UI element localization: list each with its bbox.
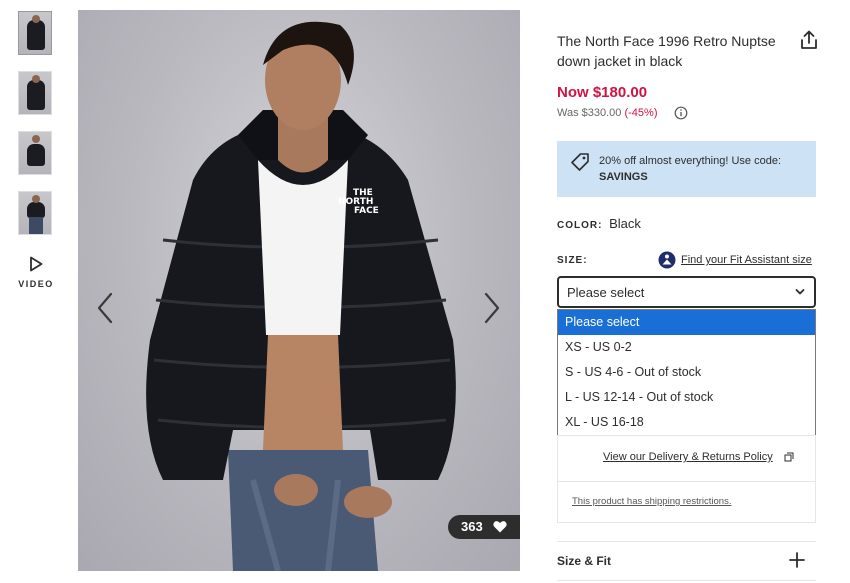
current-price: Now $180.00 xyxy=(557,84,648,101)
previous-price: Was $330.00 (-45%) xyxy=(557,107,658,119)
size-dropdown: Please select XS - US 0-2 S - US 4-6 - O… xyxy=(557,309,816,436)
size-option-l[interactable]: L - US 12-14 - Out of stock xyxy=(558,385,815,410)
product-image: THE NORTH FACE xyxy=(78,10,520,571)
video-label: VIDEO xyxy=(18,279,54,289)
color-value: Black xyxy=(609,216,641,231)
discount-percent: (-45%) xyxy=(624,107,658,119)
video-button[interactable]: VIDEO xyxy=(18,256,54,289)
color-row: COLOR: Black xyxy=(557,216,641,231)
thumbnail-2[interactable] xyxy=(18,71,52,115)
share-icon[interactable] xyxy=(800,30,818,50)
promo-banner: 20% off almost everything! Use code: SAV… xyxy=(557,141,816,197)
likes-count: 363 xyxy=(461,519,483,534)
thumbnail-strip xyxy=(18,11,54,251)
size-label: SIZE: xyxy=(557,255,588,266)
size-option-please-select[interactable]: Please select xyxy=(558,310,815,335)
plus-icon[interactable] xyxy=(788,551,806,569)
shipping-restrictions-link[interactable]: This product has shipping restrictions. xyxy=(572,496,731,507)
info-icon[interactable] xyxy=(674,106,688,120)
save-count-button[interactable]: 363 xyxy=(448,515,520,539)
delivery-returns-link[interactable]: View our Delivery & Returns Policy xyxy=(603,451,773,463)
fit-assistant-link[interactable]: Find your Fit Assistant size xyxy=(681,254,812,266)
promo-text: 20% off almost everything! Use code: xyxy=(599,155,782,167)
fit-assistant-icon xyxy=(658,251,676,269)
size-select[interactable]: Please select xyxy=(557,276,816,308)
chevron-left-icon[interactable] xyxy=(93,290,117,326)
thumbnail-3[interactable] xyxy=(18,131,52,175)
divider xyxy=(557,541,816,542)
product-page: VIDEO THE NORTH FACE 363 The North Face … xyxy=(0,0,850,583)
chevron-right-icon[interactable] xyxy=(480,290,504,326)
logo-line-3: FACE xyxy=(354,206,379,216)
model-photo: THE NORTH FACE xyxy=(146,21,456,571)
color-label: COLOR: xyxy=(557,220,603,231)
play-icon xyxy=(30,256,43,272)
product-title: The North Face 1996 Retro Nuptse down ja… xyxy=(557,33,776,69)
promo-code: SAVINGS xyxy=(599,171,648,183)
was-price: Was $330.00 xyxy=(557,107,622,119)
thumbnail-4[interactable] xyxy=(18,191,52,235)
tag-icon xyxy=(571,153,589,171)
divider xyxy=(557,580,816,581)
size-option-s[interactable]: S - US 4-6 - Out of stock xyxy=(558,360,815,385)
external-link-icon xyxy=(784,452,794,462)
size-option-xs[interactable]: XS - US 0-2 xyxy=(558,335,815,360)
delivery-box: View our Delivery & Returns Policy This … xyxy=(557,435,816,523)
size-option-xl[interactable]: XL - US 16-18 xyxy=(558,410,815,435)
divider xyxy=(558,481,815,482)
size-select-value: Please select xyxy=(567,285,645,300)
thumbnail-1[interactable] xyxy=(18,11,52,55)
chevron-down-icon xyxy=(795,289,805,295)
heart-icon xyxy=(493,521,507,533)
size-fit-heading[interactable]: Size & Fit xyxy=(557,554,611,568)
